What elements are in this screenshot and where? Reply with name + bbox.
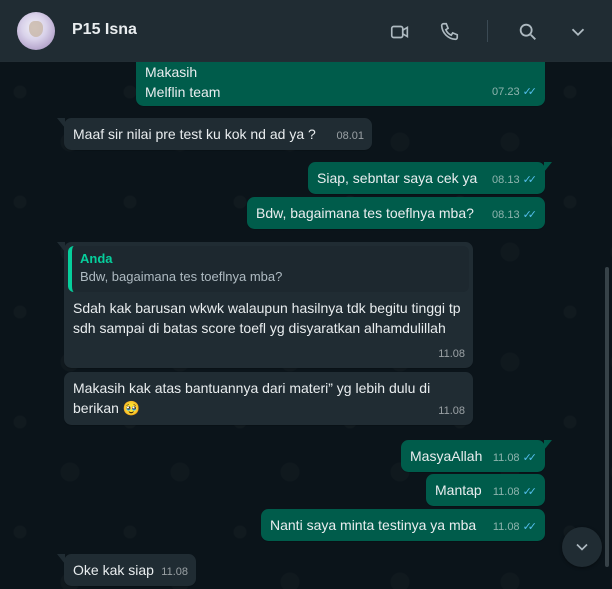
chevron-down-icon xyxy=(576,543,588,551)
message-text: Makasih kak atas bantuannya dari materi”… xyxy=(73,380,431,416)
read-ticks-icon: ✓✓ xyxy=(522,86,538,98)
message-bubble-outgoing[interactable]: Nanti saya minta testinya ya mba 11.08 ✓✓ xyxy=(261,509,545,541)
message-bubble-outgoing[interactable]: Mantap 11.08 ✓✓ xyxy=(426,474,545,506)
message-time: 11.08 xyxy=(492,452,520,464)
message-time: 08.13 xyxy=(492,209,520,221)
voice-call-icon[interactable] xyxy=(437,20,461,44)
scrollbar[interactable] xyxy=(605,267,609,567)
message-bubble-incoming[interactable]: Oke kak siap 11.08 xyxy=(57,554,196,586)
quote-author: Anda xyxy=(80,251,113,266)
message-time: 08.13 xyxy=(492,174,520,186)
message-time: 11.08 xyxy=(438,405,465,417)
search-icon[interactable] xyxy=(516,20,540,44)
scroll-to-bottom-button[interactable] xyxy=(562,527,602,567)
message-bubble-incoming[interactable]: Anda Bdw, bagaimana tes toeflnya mba? Sd… xyxy=(57,242,473,368)
message-bubble-outgoing[interactable]: Bdw, bagaimana tes toeflnya mba? 08.13 ✓✓ xyxy=(247,197,545,229)
chat-pane[interactable]: Makasih Melflin team 07.23 ✓✓ Maaf sir ni… xyxy=(0,62,612,589)
message-bubble-incoming[interactable]: Makasih kak atas bantuannya dari materi”… xyxy=(64,372,473,425)
contact-avatar[interactable] xyxy=(17,12,55,50)
chat-header: P15 Isna xyxy=(0,0,612,62)
read-ticks-icon: ✓✓ xyxy=(522,452,538,464)
quote-text: Bdw, bagaimana tes toeflnya mba? xyxy=(80,269,283,284)
message-time: 11.08 xyxy=(161,566,188,578)
quoted-message[interactable]: Anda Bdw, bagaimana tes toeflnya mba? xyxy=(68,246,469,292)
read-ticks-icon: ✓✓ xyxy=(522,486,538,498)
message-text: Makasih xyxy=(145,64,198,80)
read-ticks-icon: ✓✓ xyxy=(522,174,538,186)
menu-chevron-icon[interactable] xyxy=(566,20,590,44)
message-bubble-incoming[interactable]: Maaf sir nilai pre test ku kok nd ad ya … xyxy=(57,118,372,150)
read-ticks-icon: ✓✓ xyxy=(522,209,538,221)
contact-name[interactable]: P15 Isna xyxy=(72,21,137,39)
message-bubble-outgoing[interactable]: Siap, sebntar saya cek ya 08.13 ✓✓ xyxy=(308,162,552,194)
header-divider xyxy=(487,20,488,42)
video-call-icon[interactable] xyxy=(388,20,412,44)
message-time: 08.01 xyxy=(336,130,364,142)
message-time: 11.08 xyxy=(438,348,465,360)
message-time: 07.23 xyxy=(492,86,520,98)
message-bubble-outgoing[interactable]: MasyaAllah 11.08 ✓✓ xyxy=(401,440,552,472)
message-text: Melflin team xyxy=(145,84,221,100)
read-ticks-icon: ✓✓ xyxy=(522,521,538,533)
message-text: Maaf sir nilai pre test ku kok nd ad ya … xyxy=(73,126,316,142)
message-text: Sdah kak barusan wkwk walaupun hasilnya … xyxy=(73,300,461,336)
message-bubble-outgoing[interactable]: Makasih Melflin team 07.23 ✓✓ xyxy=(136,62,545,106)
message-time: 11.08 xyxy=(492,521,520,533)
message-time: 11.08 xyxy=(492,486,520,498)
